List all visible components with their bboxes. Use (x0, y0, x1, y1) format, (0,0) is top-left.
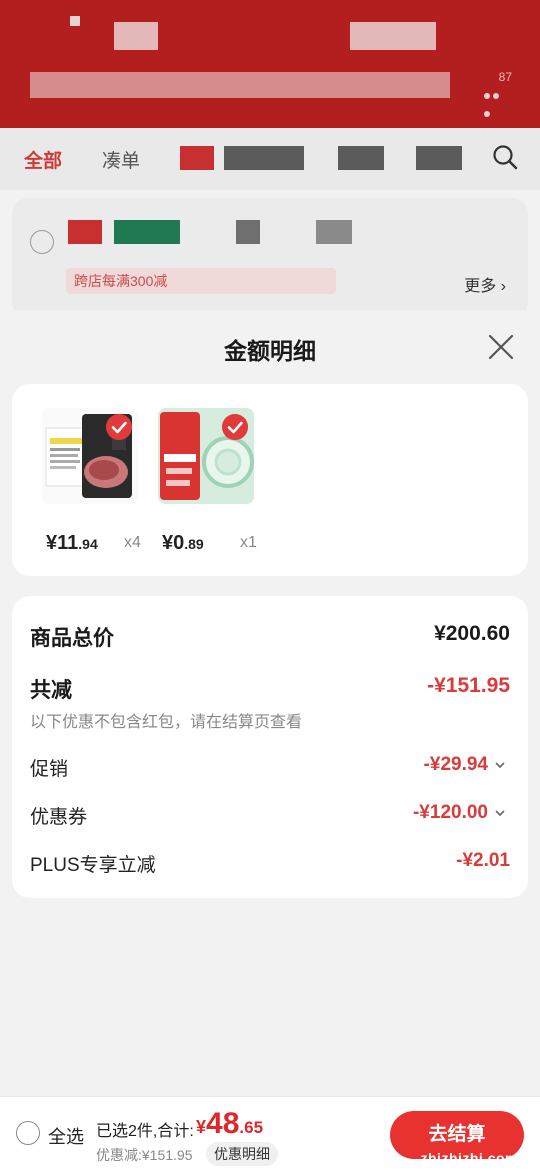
plus-discount-label: PLUS专享立减 (30, 855, 156, 876)
goods-price: ¥11.94 (46, 532, 98, 555)
obscured-tab[interactable] (416, 146, 462, 170)
promotion-label: 促销 (30, 759, 69, 780)
product-image-tape (158, 408, 254, 504)
coupon-value[interactable]: -¥120.00 (413, 802, 488, 824)
obscured-tab[interactable] (180, 146, 214, 170)
total-decimal: .65 (239, 1118, 264, 1137)
amount-detail-sheet: 金额明细 ¥11.94 x4 ¥0.89 x1 商品总价 ¥200.60 共减 … (0, 310, 540, 1170)
total-payable: ¥48.65 (196, 1107, 263, 1141)
sheet-title: 金额明细 (224, 338, 316, 364)
category-tabs: 全部 凑单 (0, 128, 540, 190)
total-price-label: 商品总价 (30, 627, 114, 650)
store-card: 跨店每满300减 更多 › (12, 198, 528, 318)
chevron-down-icon[interactable] (494, 759, 506, 771)
total-reduce-label: 共减 (30, 679, 72, 702)
goods-quantity: x4 (124, 534, 141, 551)
store-promo-tag: 跨店每满300减 (66, 268, 336, 294)
selected-check-icon (222, 414, 248, 440)
price-detail-card: 商品总价 ¥200.60 共减 -¥151.95 以下优惠不包含红包，请在结算页… (12, 596, 528, 898)
total-reduce-value: -¥151.95 (427, 674, 510, 697)
goods-item[interactable]: ¥11.94 x4 (42, 408, 141, 554)
banner-count: 87 (498, 70, 512, 84)
obscured-text (236, 220, 260, 244)
more-dots-icon[interactable] (484, 86, 510, 117)
close-icon[interactable] (486, 332, 516, 362)
store-select-radio[interactable] (30, 230, 54, 254)
goods-item[interactable]: ¥0.89 x1 (158, 408, 257, 554)
tab-all[interactable]: 全部 (24, 146, 62, 173)
search-icon[interactable] (492, 144, 518, 170)
total-integer: 48 (206, 1107, 240, 1140)
obscured-text (350, 22, 436, 50)
price-decimal: .94 (78, 536, 98, 552)
currency-symbol: ¥ (196, 1117, 207, 1137)
store-more-label: 更多 (464, 278, 497, 295)
store-more-link[interactable]: 更多 › (464, 272, 506, 296)
plus-discount-value: -¥2.01 (456, 850, 510, 871)
chevron-down-icon[interactable] (494, 807, 506, 819)
selected-check-icon (106, 414, 132, 440)
obscured-text (30, 72, 450, 98)
chevron-right-icon: › (500, 278, 506, 295)
selected-goods-card: ¥11.94 x4 ¥0.89 x1 (12, 384, 528, 576)
price-decimal: .89 (184, 536, 204, 552)
obscured-text (114, 22, 158, 50)
goods-quantity: x1 (240, 534, 257, 551)
watermark-text: zhizhizhi.com (420, 1150, 518, 1166)
promotion-value[interactable]: -¥29.94 (424, 754, 488, 776)
product-image-meat (42, 408, 138, 504)
top-banner: 87 (0, 0, 540, 128)
select-all-radio[interactable] (16, 1121, 40, 1145)
tab-second[interactable]: 凑单 (102, 146, 140, 173)
selected-summary: 已选2件,合计: (96, 1123, 194, 1140)
price-integer: ¥11 (46, 532, 79, 554)
discount-detail-button[interactable]: 优惠明细 (206, 1142, 278, 1166)
store-logo (114, 220, 180, 244)
saving-amount: 优惠减:¥151.95 (96, 1147, 193, 1163)
obscured-tab[interactable] (338, 146, 384, 170)
goods-price: ¥0.89 (162, 532, 204, 555)
obscured-text (316, 220, 352, 244)
site-watermark: zhizhizhi.com (400, 1092, 532, 1170)
store-logo (68, 220, 102, 244)
obscured-tab[interactable] (224, 146, 304, 170)
select-all-label[interactable]: 全选 (48, 1123, 84, 1149)
total-price-value: ¥200.60 (434, 622, 510, 645)
price-integer: ¥0 (162, 532, 185, 554)
obscured-text (70, 16, 80, 26)
coupon-label: 优惠券 (30, 807, 88, 828)
discount-note: 以下优惠不包含红包，请在结算页查看 (30, 714, 303, 731)
